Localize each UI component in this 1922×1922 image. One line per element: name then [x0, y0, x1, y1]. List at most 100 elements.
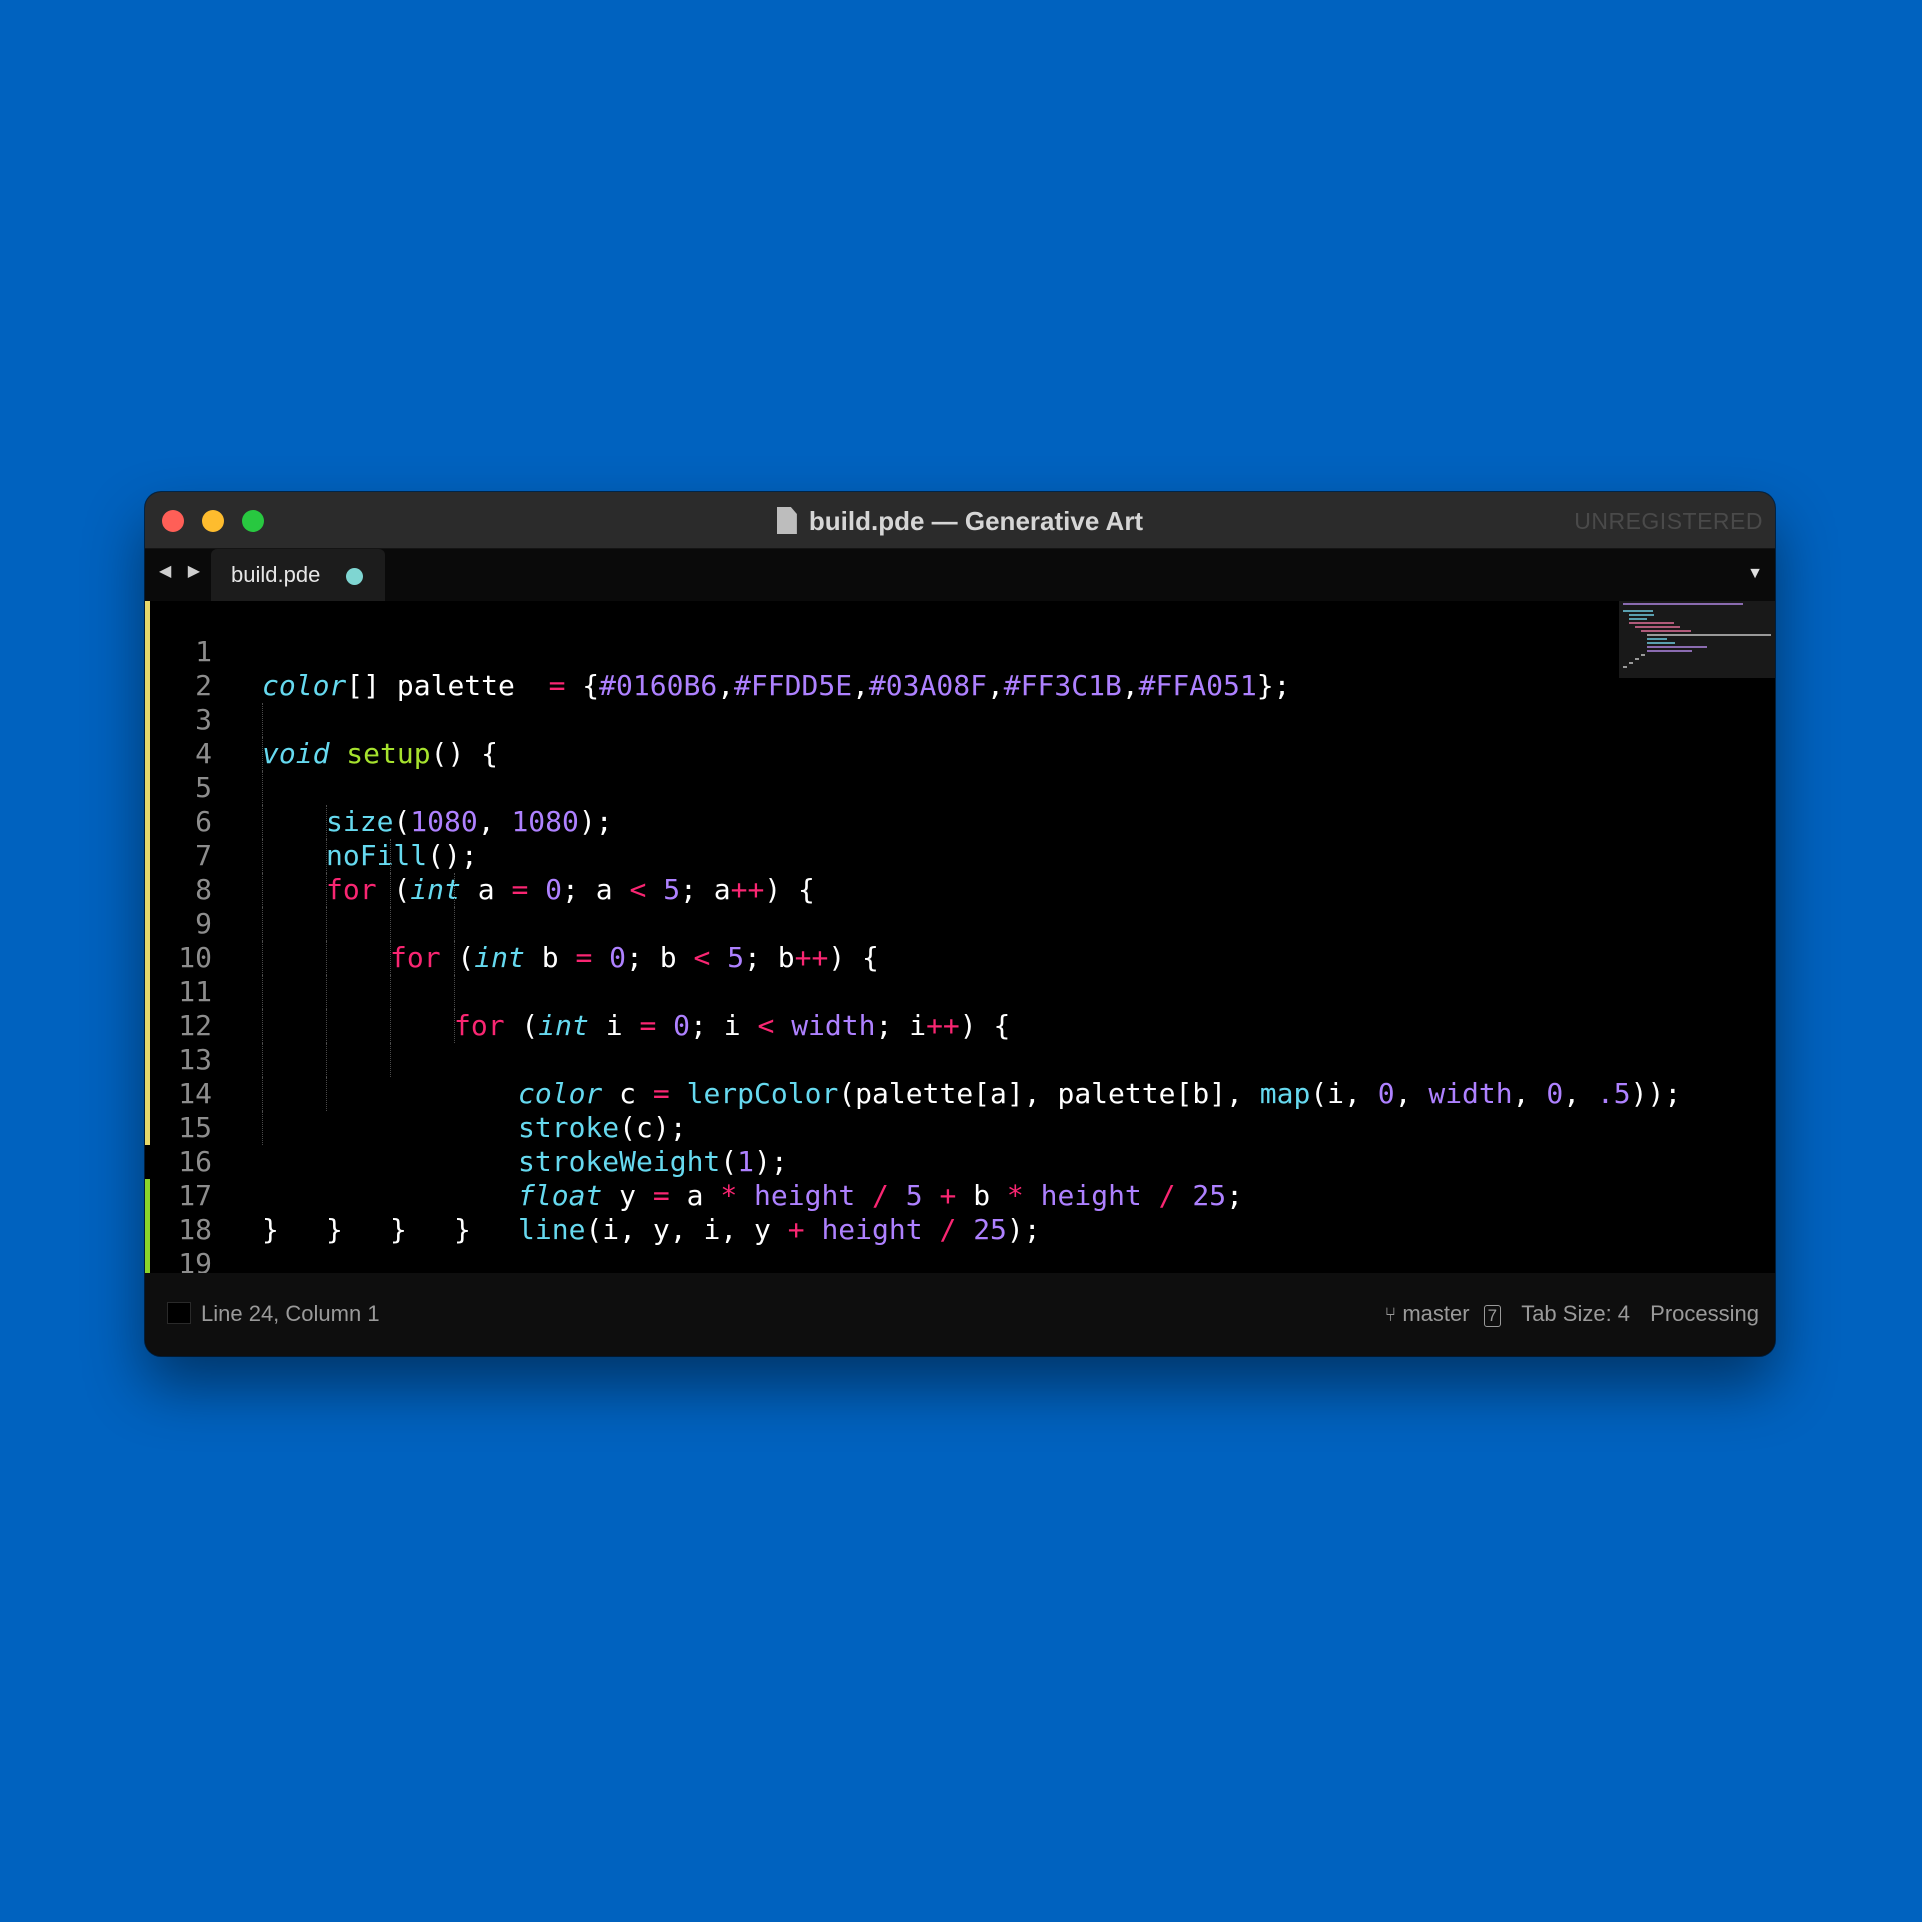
tab-menu-icon[interactable]: ▼: [1747, 565, 1763, 583]
minimap-line: [1647, 634, 1771, 636]
code-area[interactable]: 1 color[] palette = {#0160B6,#FFDD5E,#03…: [145, 601, 1681, 1314]
indent-guide: [454, 873, 455, 907]
minimap-line: [1647, 646, 1707, 648]
indent-guide: [262, 771, 263, 805]
indent-guide: [326, 941, 327, 975]
line-source: size(1080, 1080);: [326, 805, 613, 838]
code-line: 12 float y = a * height / 5 + b * height…: [145, 975, 1243, 1212]
title-bar: build.pde — Generative Art UNREGISTERED: [145, 492, 1775, 549]
indent-guide: [326, 1043, 327, 1077]
git-branch[interactable]: master: [1402, 1301, 1469, 1326]
line-source: for (int a = 0; a < 5; a++) {: [326, 873, 815, 906]
minimap-line: [1641, 654, 1645, 656]
tab-size[interactable]: Tab Size: 4: [1521, 1301, 1630, 1326]
status-bar: Line 24, Column 1 ⑂ master 7 Tab Size: 4 P…: [145, 1273, 1775, 1356]
window-title-wrap: build.pde — Generative Art: [145, 506, 1775, 537]
line-source: for (int i = 0; i < width; i++) {: [454, 1009, 1011, 1042]
line-source: }: [390, 1213, 407, 1246]
indent-guide: [454, 907, 455, 941]
indent-guide: [326, 805, 327, 839]
tab-bar: ◀ ▶ build.pde ▼: [145, 549, 1775, 601]
minimap-line: [1623, 666, 1627, 668]
minimap-line: [1635, 658, 1639, 660]
code-line: 13 line(i, y, i, y + height / 25);: [145, 1009, 1041, 1246]
code-line: 8 for (int i = 0; i < width; i++) {: [145, 839, 1010, 1042]
line-source: noFill();: [326, 839, 478, 872]
tab-nav-arrows-icon[interactable]: ◀ ▶: [159, 561, 206, 581]
unregistered-label: UNREGISTERED: [1574, 508, 1763, 534]
indent-guide: [390, 941, 391, 975]
indent-guide: [262, 1111, 263, 1145]
minimap-line: [1623, 603, 1743, 605]
line-source: color c = lerpColor(palette[a], palette[…: [518, 1077, 1682, 1110]
code-line: 5 noFill();: [145, 737, 478, 872]
code-line: 16 }: [145, 1111, 343, 1246]
cursor-position[interactable]: Line 24, Column 1: [201, 1301, 380, 1327]
git-changes-badge[interactable]: 7: [1483, 1305, 1502, 1327]
minimap[interactable]: [1619, 601, 1775, 678]
minimap-line: [1629, 618, 1647, 620]
indent-guide: [262, 703, 263, 737]
indent-guide: [262, 1077, 263, 1111]
tab-build-pde[interactable]: build.pde: [211, 549, 385, 601]
code-line: 10 stroke(c);: [145, 907, 687, 1144]
indent-guide: [262, 805, 263, 839]
minimap-line: [1635, 626, 1680, 628]
line-source: color[] palette = {#0160B6,#FFDD5E,#03A0…: [262, 669, 1291, 702]
indent-guide: [326, 907, 327, 941]
code-line: 11 strokeWeight(1);: [145, 941, 788, 1178]
minimap-line: [1647, 650, 1692, 652]
indent-guide: [262, 1009, 263, 1043]
minimap-line: [1647, 642, 1675, 644]
syntax-mode[interactable]: Processing: [1650, 1301, 1759, 1326]
code-line: 15 }: [145, 1077, 407, 1246]
indent-guide: [262, 907, 263, 941]
line-source: }: [326, 1213, 343, 1246]
indent-guide: [262, 839, 263, 873]
indent-guide: [262, 737, 263, 771]
indent-guide: [262, 975, 263, 1009]
indent-guide: [326, 1077, 327, 1111]
panel-toggle-icon[interactable]: [167, 1302, 191, 1324]
code-line: 6 for (int a = 0; a < 5; a++) {: [145, 771, 815, 906]
minimap-line: [1629, 662, 1633, 664]
indent-guide: [390, 873, 391, 907]
unsaved-dot-icon[interactable]: [346, 568, 363, 585]
line-source: for (int b = 0; b < 5; b++) {: [390, 941, 879, 974]
indent-guide: [326, 1009, 327, 1043]
document-icon: [776, 507, 797, 534]
code-line: 17 }: [145, 1145, 280, 1246]
window-title: build.pde — Generative Art: [808, 506, 1144, 536]
code-line: 4 size(1080, 1080);: [145, 703, 613, 838]
minimap-line: [1629, 614, 1654, 616]
indent-guide: [262, 941, 263, 975]
indent-guide: [454, 1009, 455, 1043]
code-line: 2: [145, 635, 280, 702]
indent-guide: [390, 975, 391, 1009]
indent-guide: [262, 1043, 263, 1077]
line-source: stroke(c);: [518, 1111, 687, 1144]
code-line: 14 }: [145, 1043, 471, 1246]
code-line: 3 void setup() {: [145, 669, 498, 770]
indent-guide: [390, 1009, 391, 1043]
indent-guide: [390, 1043, 391, 1077]
indent-guide: [454, 975, 455, 1009]
indent-guide: [262, 873, 263, 907]
code-line: 1 color[] palette = {#0160B6,#FFDD5E,#03…: [145, 601, 1290, 702]
minimap-line: [1623, 610, 1653, 612]
indent-guide: [390, 839, 391, 873]
line-source: }: [454, 1213, 471, 1246]
tab-label: build.pde: [231, 562, 321, 587]
code-line: 18: [145, 1179, 280, 1246]
indent-guide: [390, 907, 391, 941]
indent-guide: [454, 941, 455, 975]
code-editor[interactable]: 1 color[] palette = {#0160B6,#FFDD5E,#03…: [145, 601, 1775, 1314]
minimap-line: [1629, 622, 1674, 624]
minimap-line: [1647, 638, 1667, 640]
editor-window: build.pde — Generative Art UNREGISTERED …: [145, 492, 1775, 1356]
minimap-line: [1641, 630, 1691, 632]
code-line: 9 color c = lerpColor(palette[a], palett…: [145, 873, 1681, 1110]
indent-guide: [326, 839, 327, 873]
indent-guide: [326, 975, 327, 1009]
code-line: 19: [145, 1213, 280, 1280]
